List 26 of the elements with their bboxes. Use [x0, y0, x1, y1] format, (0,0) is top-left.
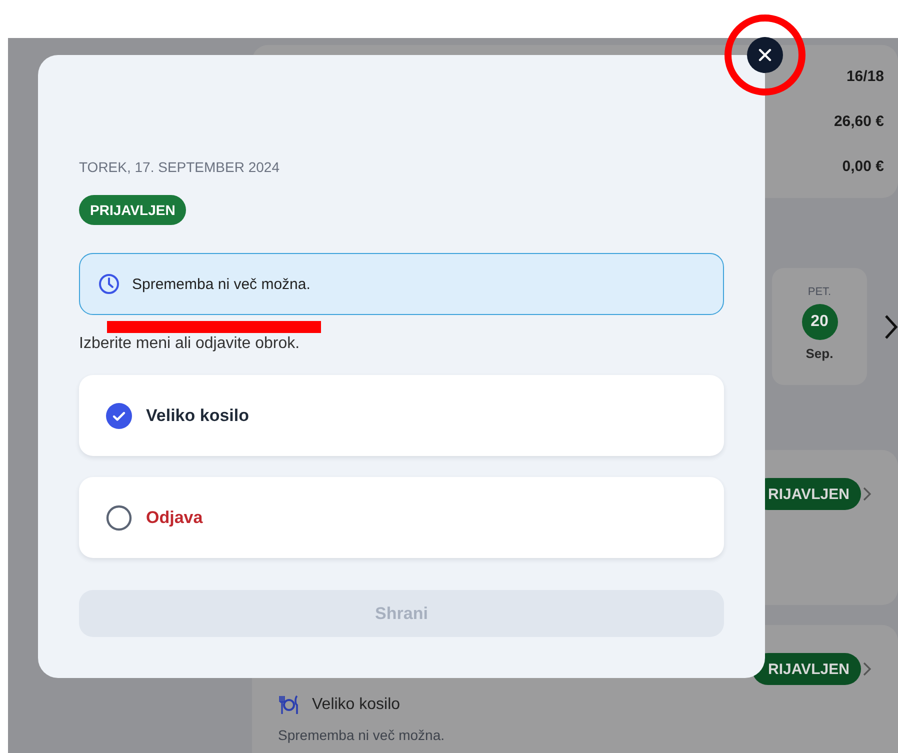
- menu-option[interactable]: Veliko kosilo: [79, 375, 724, 456]
- clock-icon: [98, 273, 120, 295]
- instruction-text: Izberite meni ali odjavite obrok.: [79, 335, 300, 353]
- summary-value: 16/18: [846, 67, 884, 86]
- plate-cutlery-icon: [278, 695, 300, 715]
- day-card[interactable]: PET. 20 Sep.: [772, 268, 867, 385]
- meal-note: Sprememba ni več možna.: [278, 727, 446, 743]
- option-label: Veliko kosilo: [146, 406, 249, 426]
- chevron-right-icon[interactable]: [862, 661, 872, 677]
- radio-icon[interactable]: [106, 504, 132, 530]
- meal-name: Veliko kosilo: [312, 696, 400, 714]
- dialog-date: TOREK, 17. SEPTEMBER 2024: [79, 159, 280, 175]
- weekday-label: PET.: [808, 286, 832, 298]
- notice-text: Sprememba ni več možna.: [132, 276, 310, 292]
- status-badge: RIJAVLJEN: [752, 653, 862, 685]
- day-number: 20: [802, 304, 838, 340]
- menu-option[interactable]: Odjava: [79, 477, 724, 558]
- month-label: Sep.: [806, 346, 834, 361]
- summary-value: 0,00 €: [842, 157, 884, 176]
- close-icon: [758, 48, 772, 62]
- chevron-right-icon[interactable]: [884, 314, 898, 340]
- status-badge: PRIJAVLJEN: [79, 195, 186, 225]
- option-label: Odjava: [146, 508, 203, 528]
- checked-radio-icon[interactable]: [106, 402, 132, 428]
- summary-value: 26,60 €: [834, 112, 884, 131]
- chevron-right-icon[interactable]: [862, 486, 872, 502]
